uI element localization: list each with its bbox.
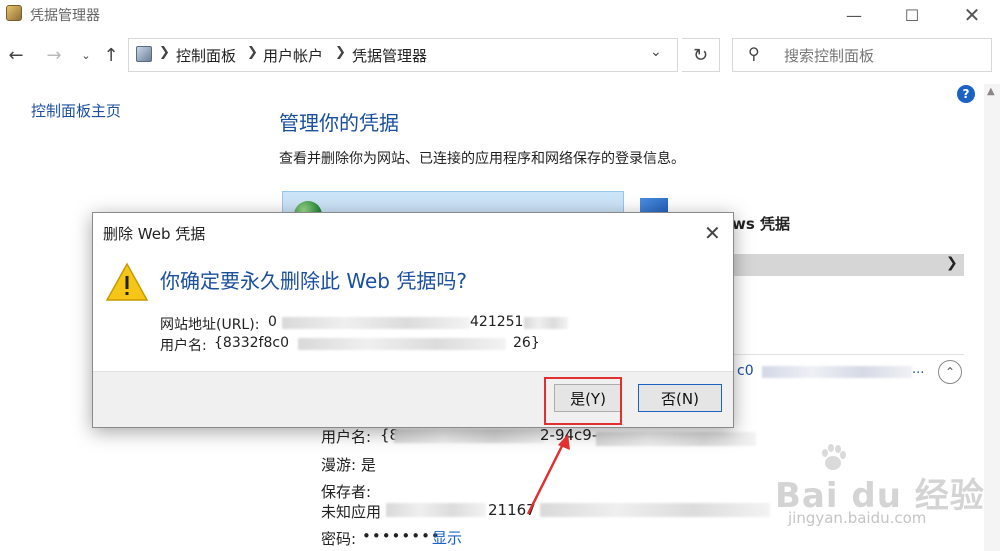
password-mask: •••••••• [362, 527, 441, 545]
credential-entry-ellipsis: ... [912, 362, 925, 377]
redacted-text [282, 317, 470, 329]
address-dropdown-chevron-icon[interactable]: ⌄ [650, 44, 662, 60]
password-label: 密码: [321, 530, 357, 548]
annotation-highlight-box [544, 377, 622, 425]
show-password-link[interactable]: 显示 [432, 527, 462, 548]
divider [700, 354, 964, 355]
no-button[interactable]: 否(N) [638, 384, 722, 412]
redacted-text [298, 338, 506, 350]
credential-section-header[interactable] [700, 254, 964, 276]
dialog-title: 删除 Web 凭据 [103, 225, 206, 243]
redacted-text [596, 432, 756, 446]
breadcrumb-user-accounts[interactable]: 用户帐户 [263, 45, 323, 66]
recent-locations-chevron-icon[interactable]: ⌄ [74, 42, 98, 68]
username-label: 用户名: [321, 428, 372, 446]
watermark-url: jingyan.baidu.com [788, 509, 927, 527]
close-window-button[interactable]: ✕ [942, 0, 1000, 30]
up-arrow-icon[interactable]: ↑ [99, 42, 123, 68]
breadcrumb-separator-icon[interactable]: ❯ [335, 45, 346, 60]
breadcrumb-separator-icon[interactable]: ❯ [247, 45, 258, 60]
redacted-text [524, 317, 568, 329]
saved-by-value: 未知应用 [321, 503, 382, 521]
minimize-button[interactable]: — [824, 0, 884, 30]
chevron-right-icon[interactable]: ❯ [946, 255, 958, 271]
dialog-url-label: 网站地址(URL): [160, 317, 260, 333]
annotation-arrow-icon [526, 434, 570, 515]
control-panel-home-link[interactable]: 控制面板主页 [31, 100, 121, 121]
page-description: 查看并删除你为网站、已连接的应用程序和网络保存的登录信息。 [279, 151, 685, 167]
dialog-username-label: 用户名: [160, 338, 207, 354]
help-icon[interactable]: ? [957, 85, 975, 103]
collapse-chevron-up-icon[interactable]: ⌃ [938, 360, 962, 384]
redacted-text [386, 503, 486, 517]
credential-manager-icon [6, 5, 22, 21]
page-title: 管理你的凭据 [279, 111, 399, 135]
search-placeholder: 搜索控制面板 [784, 47, 875, 65]
credential-entry-name[interactable]: c0 [737, 363, 754, 379]
warning-icon [105, 262, 149, 301]
saved-by-label: 保存者: [321, 483, 372, 501]
roaming-status: 漫游: 是 [321, 456, 376, 474]
breadcrumb-credential-manager[interactable]: 凭据管理器 [352, 45, 427, 66]
scroll-up-arrow-icon[interactable]: ▲ [987, 86, 995, 97]
vertical-scrollbar[interactable] [984, 84, 1000, 551]
dialog-username-prefix: {8332f8c0 [214, 335, 289, 351]
control-panel-icon [136, 46, 152, 62]
redacted-text [762, 366, 912, 378]
dialog-url-prefix: 0 [268, 314, 277, 330]
dialog-username-suffix: 26} [513, 335, 540, 351]
dialog-close-icon[interactable]: ✕ [704, 221, 721, 245]
maximize-button[interactable]: ☐ [882, 0, 942, 30]
dialog-footer [93, 371, 733, 427]
breadcrumb-control-panel[interactable]: 控制面板 [176, 45, 236, 66]
back-arrow-icon[interactable]: ← [4, 42, 28, 68]
breadcrumb-separator-icon[interactable]: ❯ [159, 45, 170, 60]
search-icon: ⚲ [748, 44, 760, 63]
dialog-heading: 你确定要永久删除此 Web 凭据吗? [160, 269, 467, 293]
forward-arrow-icon[interactable]: → [42, 42, 66, 68]
dialog-url-fragment: 421251 [470, 314, 524, 330]
windows-credentials-label[interactable]: ws 凭据 [732, 213, 790, 234]
window-title: 凭据管理器 [30, 8, 100, 24]
refresh-button[interactable]: ↻ [682, 38, 720, 72]
